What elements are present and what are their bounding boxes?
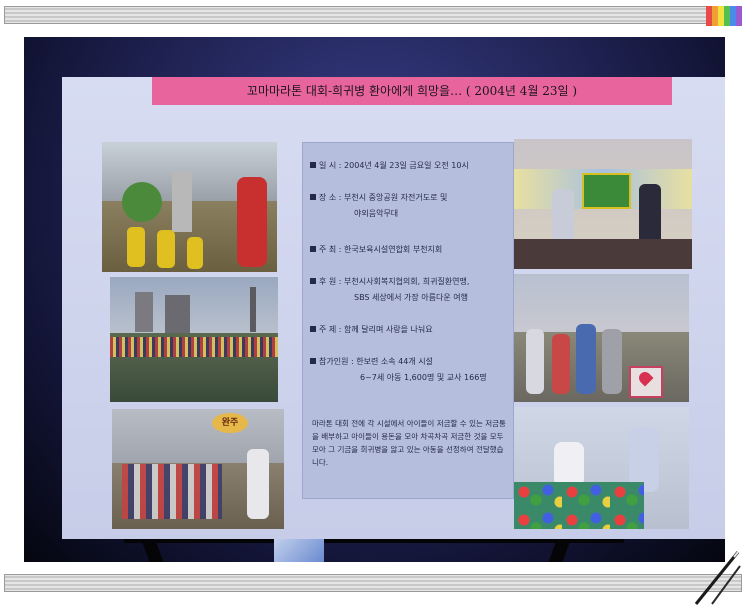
info-sponsor-cont: SBS 세상에서 가장 아름다운 여행: [354, 293, 468, 302]
info-theme: 주 제 : 함께 달리며 사랑을 나눠요: [310, 324, 433, 335]
top-frame-bar: [4, 6, 742, 24]
bottom-frame-bar: [4, 574, 742, 592]
photo-stage-ceremony: [514, 139, 692, 269]
info-description: 마라톤 대회 전에 각 시설에서 아이들이 저금할 수 있는 저금통을 배부하고…: [312, 419, 506, 467]
crayon-purple: [736, 6, 742, 26]
poster-title: 꼬마마라톤 대회-희귀병 환아에게 희망을… ( 2004년 4월 23일 ): [152, 77, 672, 105]
info-place: 장 소 : 부천시 중앙공원 자전거도로 및: [310, 192, 447, 203]
info-sponsor: 후 원 : 부천시사회복지협의회, 희귀질환연맹,: [310, 276, 469, 287]
info-participants: 참가인원 : 한보련 소속 44개 시설: [310, 356, 433, 367]
photo-finish-runners: 완주: [112, 409, 284, 529]
poster-board: 꼬마마라톤 대회-희귀병 환아에게 희망을… ( 2004년 4월 23일 ) …: [62, 77, 725, 539]
photo-children-group: [514, 274, 689, 402]
pen-icon: [694, 551, 741, 605]
finish-sign: 완주: [212, 413, 248, 433]
info-participants-cont: 6~7세 아동 1,600명 및 교사 166명: [360, 373, 487, 382]
photo-runners-closeup: [102, 142, 277, 272]
crayons-icon: [706, 6, 742, 26]
photo-park-crowd: [110, 277, 278, 402]
photo-ball-pit: [514, 407, 689, 529]
event-info-box: 일 시 : 2004년 4월 23일 금요일 오전 10시 장 소 : 부천시 …: [302, 142, 514, 499]
info-date: 일 시 : 2004년 4월 23일 금요일 오전 10시: [310, 160, 469, 171]
photo: 꼬마마라톤 대회-희귀병 환아에게 희망을… ( 2004년 4월 23일 ) …: [24, 37, 725, 562]
info-place-cont: 야외음악무대: [354, 209, 399, 218]
info-host: 주 최 : 한국보육시설연합회 부천지회: [310, 244, 442, 255]
